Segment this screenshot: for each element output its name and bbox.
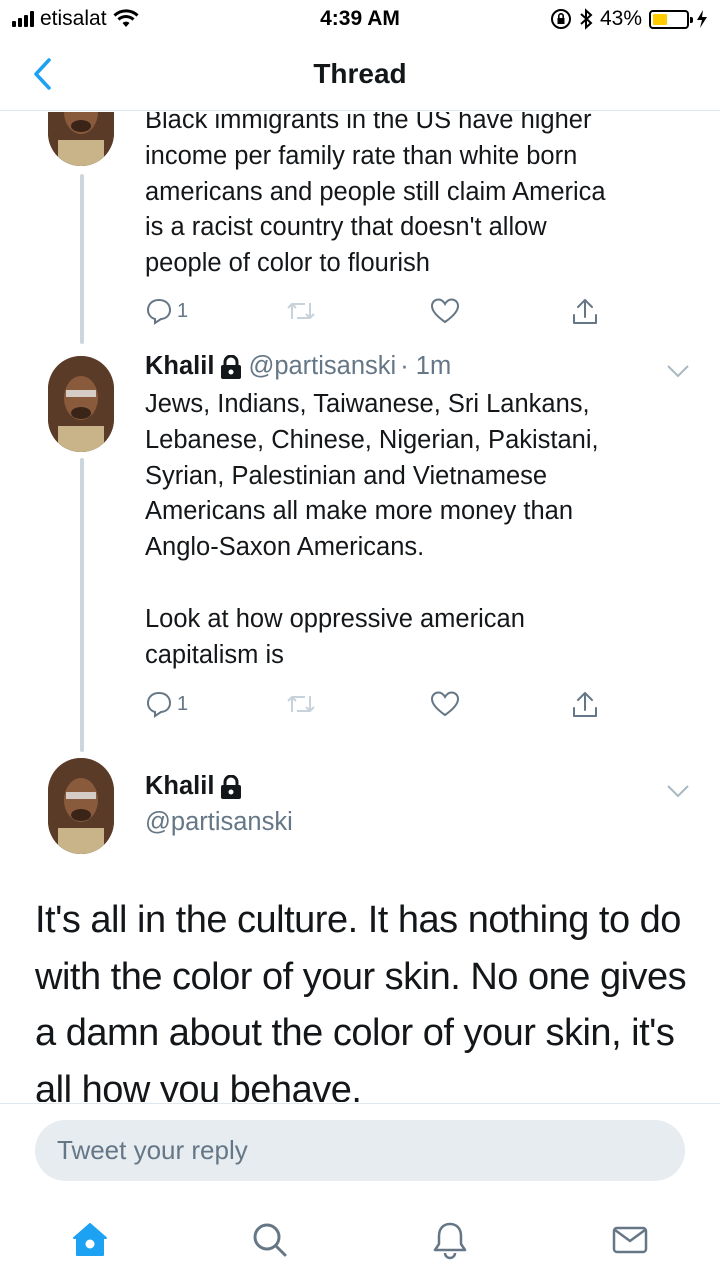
search-icon xyxy=(253,1223,287,1257)
thread-content[interactable]: Black immigrants in the US have higher i… xyxy=(0,112,720,1102)
share-button[interactable] xyxy=(570,297,600,327)
battery-fill xyxy=(653,13,667,25)
like-button[interactable] xyxy=(430,297,460,325)
chevron-down-icon[interactable] xyxy=(666,363,690,379)
home-icon xyxy=(73,1223,107,1256)
tweet-text: Black immigrants in the US have higher i… xyxy=(145,112,606,278)
like-button[interactable] xyxy=(430,690,460,718)
share-icon xyxy=(573,299,597,324)
status-right: 43% xyxy=(550,7,708,31)
user-name[interactable]: Khalil xyxy=(145,772,214,801)
user-name[interactable]: Khalil xyxy=(145,352,214,381)
user-handle[interactable]: @partisanski xyxy=(248,352,396,381)
thread-line xyxy=(80,458,84,752)
tab-messages[interactable] xyxy=(600,1210,660,1270)
reply-bar xyxy=(0,1103,720,1198)
tab-bar xyxy=(0,1198,720,1280)
avatar[interactable] xyxy=(48,112,114,166)
retweet-icon xyxy=(287,303,315,319)
tweet-time: · 1m xyxy=(400,352,452,380)
tweet-handle-row: @partisanski xyxy=(145,808,293,837)
rotation-lock-icon xyxy=(550,9,571,29)
thread-line xyxy=(80,174,84,344)
share-icon xyxy=(573,692,597,717)
messages-icon xyxy=(612,1226,648,1254)
heart-icon xyxy=(430,691,460,717)
share-button[interactable] xyxy=(570,690,600,720)
tweet-header: Khalil xyxy=(145,772,242,801)
charging-icon xyxy=(697,10,707,28)
chevron-down-icon[interactable] xyxy=(666,783,690,799)
reply-icon xyxy=(146,691,172,718)
reply-icon xyxy=(146,298,172,325)
retweet-icon xyxy=(287,696,315,712)
battery-icon xyxy=(649,9,693,29)
tab-search[interactable] xyxy=(240,1210,300,1270)
reply-count: 1 xyxy=(177,299,189,322)
page-title: Thread xyxy=(313,58,407,89)
avatar[interactable] xyxy=(48,758,114,854)
tweet-actions: 1 xyxy=(145,297,605,331)
tab-home[interactable] xyxy=(60,1210,120,1270)
reply-input[interactable] xyxy=(35,1120,685,1181)
focused-tweet-text: It's all in the culture. It has nothing … xyxy=(35,899,687,1102)
tweet-text: Jews, Indians, Taiwanese, Sri Lankans, L… xyxy=(145,390,599,669)
status-bar: etisalat 4:39 AM 43% xyxy=(0,0,720,38)
lock-icon xyxy=(221,774,242,799)
lock-icon xyxy=(221,354,242,379)
reply-button[interactable]: 1 xyxy=(145,690,188,718)
reply-count: 1 xyxy=(177,692,189,715)
battery-percent: 43% xyxy=(599,7,642,30)
retweet-button[interactable] xyxy=(285,690,317,718)
user-handle[interactable]: @partisanski xyxy=(145,808,293,837)
tab-notifications[interactable] xyxy=(420,1210,480,1270)
notifications-icon xyxy=(433,1222,467,1260)
tweet-actions: 1 xyxy=(145,690,605,724)
reply-button[interactable]: 1 xyxy=(145,297,188,325)
heart-icon xyxy=(430,298,460,324)
bluetooth-icon xyxy=(580,8,593,30)
tweet-header: Khalil @partisanski · 1m xyxy=(145,352,451,381)
nav-bar: Thread xyxy=(0,38,720,111)
avatar[interactable] xyxy=(48,356,114,452)
retweet-button[interactable] xyxy=(285,297,317,325)
